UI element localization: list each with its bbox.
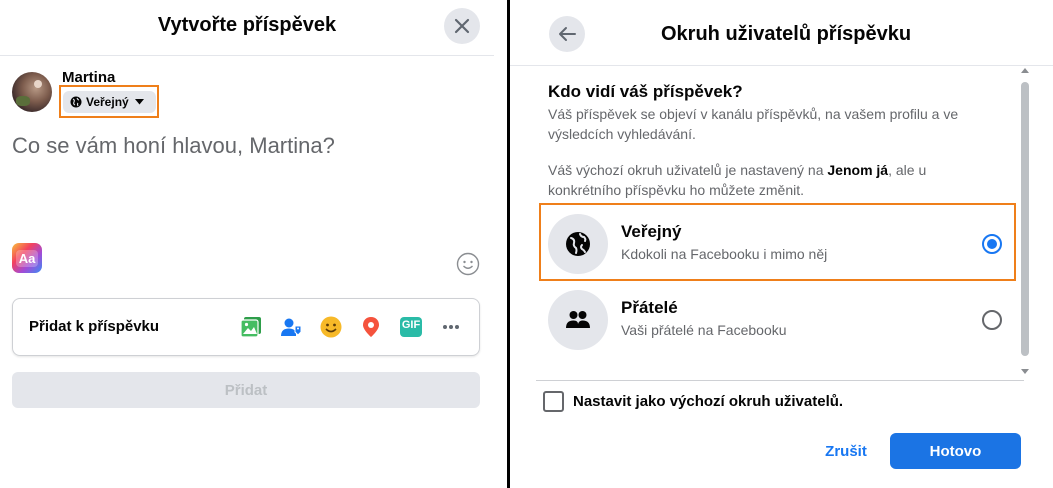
radio-friends[interactable]: [982, 310, 1002, 330]
default-audience-value: Jenom já: [827, 162, 889, 178]
audience-title: Okruh uživatelů příspěvku: [661, 23, 912, 45]
text-format-button[interactable]: Aa: [12, 243, 42, 273]
check-in-button[interactable]: [358, 314, 384, 340]
scroll-thumb[interactable]: [1021, 82, 1029, 356]
scrollbar[interactable]: [1017, 66, 1033, 380]
text-format-label: Aa: [15, 249, 39, 267]
privacy-label: Veřejný: [86, 95, 129, 109]
check-in-icon: [363, 317, 379, 337]
option-subtitle: Vaši přátelé na Facebooku: [621, 322, 787, 338]
feeling-activity-icon: [320, 316, 342, 338]
dialog-header: Vytvořte příspěvek: [0, 0, 494, 56]
close-button[interactable]: [444, 8, 480, 44]
audience-question: Kdo vidí váš příspěvek?: [548, 82, 743, 101]
privacy-selector-button[interactable]: Veřejný: [63, 91, 156, 113]
back-button[interactable]: [549, 16, 585, 52]
audience-option-public[interactable]: Veřejný Kdokoli na Facebooku i mimo něj: [548, 212, 1010, 276]
globe-icon: [566, 232, 590, 256]
add-to-post-label: Přidat k příspěvku: [29, 318, 160, 335]
emoji-picker-icon[interactable]: [456, 252, 480, 276]
user-name: Martina: [62, 69, 116, 86]
tag-people-icon: [281, 318, 302, 336]
add-to-post-bar: Přidat k příspěvku GIF: [12, 298, 480, 356]
default-audience-checkbox-label[interactable]: Nastavit jako výchozí okruh uživatelů.: [573, 393, 843, 410]
globe-icon: [70, 96, 82, 108]
friends-icon: [566, 311, 590, 328]
create-post-dialog: Vytvořte příspěvek Martina Veřejný Co se…: [0, 0, 507, 488]
feeling-activity-button[interactable]: [318, 314, 344, 340]
gif-button[interactable]: GIF: [398, 314, 424, 340]
caret-down-icon: [134, 99, 144, 105]
audience-header: Okruh uživatelů příspěvku: [510, 0, 1053, 66]
photo-video-button[interactable]: [238, 314, 264, 340]
option-icon-circle: [548, 290, 608, 350]
avatar: [12, 72, 52, 112]
photo-video-icon: [240, 317, 261, 338]
footer-divider: [536, 380, 1024, 381]
option-title: Přátelé: [621, 298, 678, 317]
gif-label: GIF: [401, 319, 421, 331]
more-icon: [443, 325, 459, 329]
default-audience-note: Váš výchozí okruh uživatelů je nastavený…: [548, 160, 988, 200]
option-icon-circle: [548, 214, 608, 274]
default-note-prefix: Váš výchozí okruh uživatelů je nastavený…: [548, 162, 828, 178]
more-options-button[interactable]: [438, 314, 464, 340]
dialog-title: Vytvořte příspěvek: [157, 14, 337, 36]
audience-option-friends[interactable]: Přátelé Vaši přátelé na Facebooku: [548, 288, 1010, 352]
post-text-input[interactable]: Co se vám honí hlavou, Martina?: [12, 133, 335, 159]
scroll-up-arrow[interactable]: [1021, 68, 1029, 73]
done-button[interactable]: Hotovo: [890, 433, 1021, 469]
radio-public[interactable]: [982, 234, 1002, 254]
tag-people-button[interactable]: [278, 314, 304, 340]
submit-post-button[interactable]: Přidat: [12, 372, 480, 408]
option-subtitle: Kdokoli na Facebooku i mimo něj: [621, 246, 828, 262]
scroll-down-arrow[interactable]: [1021, 369, 1029, 374]
close-icon: [454, 18, 470, 34]
post-audience-dialog: Okruh uživatelů příspěvku Kdo vidí váš p…: [510, 0, 1053, 488]
arrow-left-icon: [559, 27, 576, 41]
option-title: Veřejný: [621, 222, 682, 241]
default-audience-checkbox[interactable]: [543, 391, 564, 412]
audience-description: Váš příspěvek se objeví v kanálu příspěv…: [548, 106, 959, 142]
cancel-button[interactable]: Zrušit: [817, 433, 875, 469]
